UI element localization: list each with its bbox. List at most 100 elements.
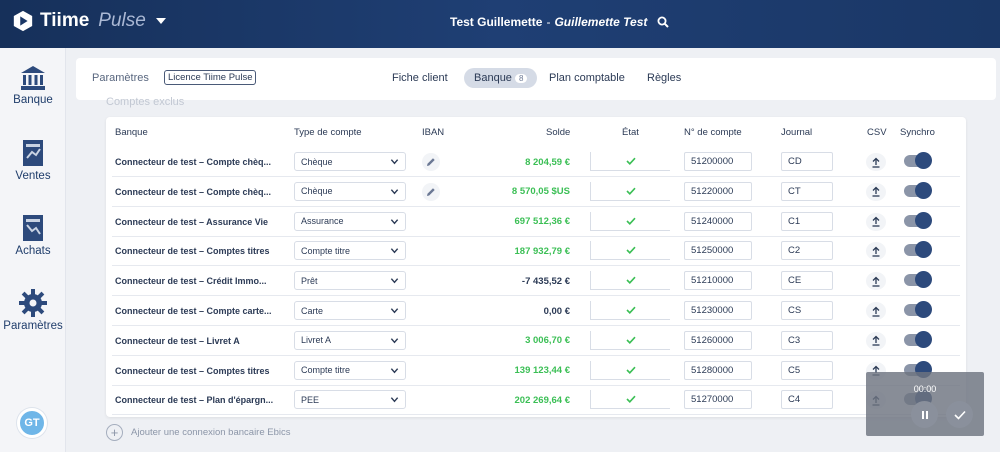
status-indicator [590,390,670,410]
account-type-value: Prêt [301,275,318,286]
account-type-select[interactable]: Assurance [294,211,406,231]
account-type-select[interactable]: PEE [294,390,406,410]
account-number-field[interactable]: 51240000 [684,211,752,231]
tab-count-badge: 8 [514,74,528,83]
table-row: Connecteur de test – Comptes titres Compt… [106,356,966,386]
main-sidebar: Banque Ventes Achats Paramètres GT [0,48,66,452]
account-type-select[interactable]: Livret A [294,330,406,350]
journal-field[interactable]: C1 [781,211,833,231]
csv-upload-button[interactable] [866,331,886,350]
toggle-knob [915,330,932,348]
csv-upload-button[interactable] [866,182,886,201]
bank-name: Connecteur de test – Compte chèq... [115,186,272,197]
excluded-accounts-label: Comptes exclus [106,96,185,108]
account-number-field[interactable]: 51230000 [684,301,752,320]
tab-banque[interactable]: Banque 8 [464,68,538,88]
account-type-value: Compte titre [301,245,351,256]
journal-field[interactable]: CE [781,271,833,291]
account-type-select[interactable]: Compte titre [294,360,406,380]
bank-name: Connecteur de test – Assurance Vie [115,216,269,227]
tab-plan-comptable[interactable]: Plan comptable [549,72,625,84]
account-number-field[interactable]: 51250000 [684,241,752,261]
avatar[interactable]: GT [17,408,47,438]
account-type-select[interactable]: Compte titre [294,241,406,261]
account-number-field[interactable]: 51260000 [684,330,752,350]
account-number-field[interactable]: 51210000 [684,271,752,291]
status-indicator [590,360,670,380]
synchro-toggle[interactable] [904,271,932,289]
journal-field[interactable]: CT [781,181,833,201]
current-user[interactable]: Test Guillemette - Guillemette Test [450,15,670,29]
toggle-knob [915,271,932,289]
bank-name: Connecteur de test – Compte chèq... [115,157,272,167]
csv-upload-button[interactable] [866,153,886,171]
balance-value: -7 435,52 € [521,275,570,287]
journal-field[interactable]: C2 [781,241,833,261]
table-row: Connecteur de test – Crédit Immo... Prêt -… [106,266,966,297]
bank-accounts-table: Banque Type de compte IBAN Solde État N°… [106,117,966,417]
synchro-toggle[interactable] [904,301,932,318]
balance-value: 202 269,64 € [514,394,570,406]
chevron-down-icon [390,248,399,254]
journal-field[interactable]: C3 [781,330,833,350]
account-number-field[interactable]: 51270000 [684,390,752,410]
tab-fiche-client[interactable]: Fiche client [392,72,448,84]
table-row: Connecteur de test – Compte chèq... Chèqu… [106,147,966,177]
sidebar-item-parametres[interactable]: Paramètres [0,288,66,332]
synchro-toggle[interactable] [904,211,932,229]
synchro-toggle[interactable] [904,152,932,169]
add-ebics-connection[interactable]: + Ajouter une connexion bancaire Ebics [106,424,291,441]
toggle-knob [915,241,932,259]
app-switcher[interactable]: Tiime Pulse [12,10,166,32]
sidebar-item-ventes[interactable]: Ventes [0,138,66,182]
account-type-select[interactable]: Chèque [294,181,406,201]
account-number-field[interactable]: 51200000 [684,152,752,171]
sales-document-icon [23,140,43,166]
search-icon[interactable] [657,16,670,28]
synchro-toggle[interactable] [904,241,932,259]
balance-value: 0,00 € [543,305,570,317]
sidebar-item-banque[interactable]: Banque [0,64,66,106]
csv-upload-button[interactable] [866,212,886,231]
iban-edit-button[interactable] [422,182,440,201]
check-icon [625,396,636,404]
tab-regles[interactable]: Règles [647,72,681,84]
csv-upload-button[interactable] [866,302,886,320]
synchro-toggle[interactable] [904,330,932,348]
col-header-banque: Banque [115,127,148,138]
account-type-value: Chèque [301,186,333,197]
balance-value: 139 123,44 € [514,365,570,377]
account-type-select[interactable]: Chèque [294,152,406,171]
chevron-down-icon [390,189,399,195]
synchro-toggle[interactable] [904,181,932,199]
account-type-select[interactable]: Carte [294,301,406,320]
account-number-field[interactable]: 51280000 [684,360,752,380]
chevron-down-icon [390,308,399,314]
sidebar-item-achats[interactable]: Achats [0,213,66,257]
col-header-csv: CSV [867,127,887,138]
plus-icon: + [106,424,123,441]
journal-field[interactable]: C4 [781,390,833,410]
csv-upload-button[interactable] [866,242,886,261]
check-icon [625,306,636,314]
status-indicator [590,181,670,201]
pause-button[interactable] [911,401,938,428]
chevron-down-icon [390,397,399,403]
csv-upload-button[interactable] [866,272,886,291]
balance-value: 697 512,36 € [514,216,570,228]
caret-down-icon [155,18,166,24]
sidebar-item-label: Achats [15,245,51,257]
journal-field[interactable]: C5 [781,360,833,380]
account-type-value: Assurance [301,216,344,227]
journal-field[interactable]: CS [781,301,833,320]
account-number-field[interactable]: 51220000 [684,181,752,201]
settings-subnav: Paramètres Licence Tiime Pulse Fiche cli… [76,58,996,100]
col-header-etat: État [622,127,639,138]
journal-field[interactable]: CD [781,152,833,171]
confirm-button[interactable] [946,401,973,428]
toggle-knob [915,301,932,318]
iban-edit-button[interactable] [422,153,440,171]
col-header-iban: IBAN [422,127,445,138]
recording-timer: 00:00 [913,384,937,394]
account-type-select[interactable]: Prêt [294,271,406,291]
